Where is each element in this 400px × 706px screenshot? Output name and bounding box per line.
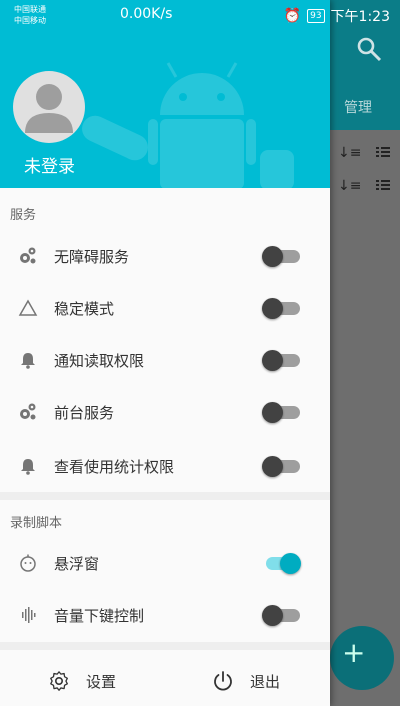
waveform-icon [22,607,36,623]
user-icon [25,84,73,133]
service-label: 无障碍服务 [54,248,130,266]
status-right: ⏰ 93 下午1:23 [284,6,390,26]
sort-icon: ↓≡ [338,178,390,194]
floating-window-toggle[interactable] [262,553,301,574]
divider [0,492,330,500]
svg-text:↓≡: ↓≡ [338,178,361,194]
triangle-icon [18,299,38,316]
service-label: 通知读取权限 [54,352,145,370]
section-title-services: 服务 [10,208,37,223]
svg-text:↓≡: ↓≡ [338,145,361,161]
settings-button[interactable]: 设置 [48,668,116,694]
volume-down-control-toggle[interactable] [262,605,300,626]
usage-stats-toggle[interactable] [262,456,300,477]
gears-icon [20,247,36,264]
gears-icon [20,403,36,420]
service-label: 稳定模式 [54,300,115,318]
bell-icon [21,459,35,475]
sort-icon: ↓≡ [338,145,390,161]
android-illustration [82,62,294,188]
user-name[interactable]: 未登录 [24,152,75,177]
gear-icon [50,671,68,691]
section-title-recording: 录制脚本 [10,516,63,531]
foreground-service-toggle[interactable] [262,402,300,423]
divider [0,642,330,650]
navigation-drawer: 未登录 服务 无障碍服务 稳定模式 通知读取权限 前台服务 查看使用统计权限 录… [0,0,330,706]
exit-button[interactable]: 退出 [212,668,280,694]
battery-indicator: 93 [307,9,325,23]
service-label: 前台服务 [54,404,115,422]
background-tab-manage: 管理 [344,100,372,116]
power-icon [214,671,232,691]
status-bar: 中国联通 中国移动 0.00K/s ⏰ 93 下午1:23 [0,0,400,30]
service-item-accessibility[interactable]: 无障碍服务 [0,230,330,282]
drawer-bottom-bar: 设置 退出 [0,656,330,706]
clock: 下午1:23 [330,9,390,25]
stable-mode-toggle[interactable] [262,298,300,319]
net-speed: 0.00K/s [120,6,173,22]
face-icon [20,554,36,572]
search-icon [357,37,382,62]
avatar[interactable] [13,71,85,143]
recording-label: 音量下键控制 [54,607,145,625]
recording-item-floating-window[interactable]: 悬浮窗 [0,537,330,589]
service-item-notification-access[interactable]: 通知读取权限 [0,334,330,386]
add-fab-button[interactable]: + [330,626,394,690]
recording-label: 悬浮窗 [54,555,100,573]
settings-label: 设置 [86,672,117,691]
alarm-icon: ⏰ [283,8,302,24]
service-item-stable-mode[interactable]: 稳定模式 [0,282,330,334]
service-item-usage-stats[interactable]: 查看使用统计权限 [0,440,330,492]
service-item-foreground-service[interactable]: 前台服务 [0,386,330,438]
accessibility-toggle[interactable] [262,246,300,267]
notification-access-toggle[interactable] [262,350,300,371]
service-label: 查看使用统计权限 [54,458,175,476]
carrier-info: 中国联通 中国移动 [14,5,46,25]
exit-label: 退出 [250,672,281,691]
bell-icon [21,353,35,369]
recording-item-volume-down-control[interactable]: 音量下键控制 [0,589,330,641]
